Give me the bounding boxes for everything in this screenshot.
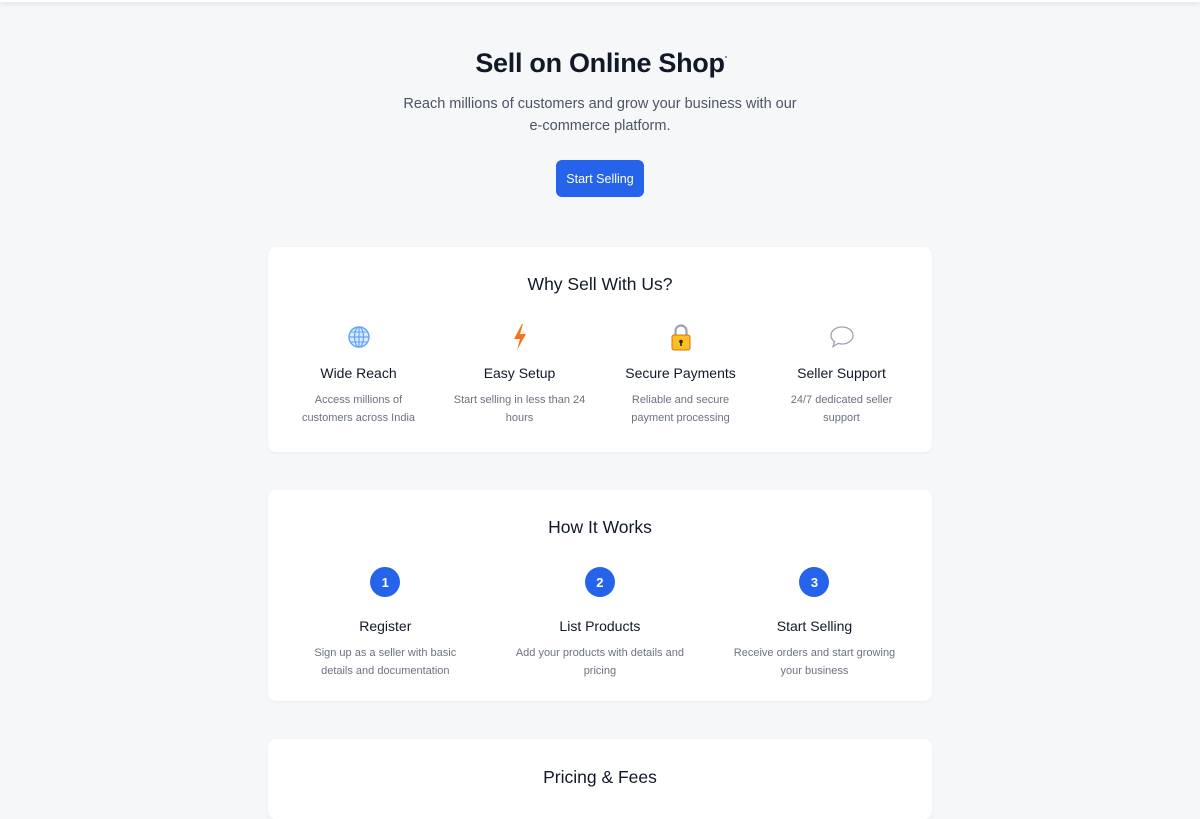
step-name: Register [359, 618, 412, 634]
feature-wide-reach: Wide Reach Access millions of customers … [278, 321, 439, 427]
feature-name: Wide Reach [320, 365, 397, 381]
chat-bubble-icon [761, 321, 922, 353]
step-register: 1 Register Sign up as a seller with basi… [278, 564, 493, 680]
step-desc: Receive orders and start growing your bu… [733, 647, 896, 677]
step-list-products: 2 List Products Add your products with d… [493, 564, 708, 680]
feature-secure-payments: Secure Payments Reliable and secure paym… [600, 321, 761, 427]
feature-desc: Reliable and secure payment processing [631, 394, 730, 424]
feature-name: Easy Setup [483, 365, 556, 381]
header-bar [0, 0, 1200, 2]
step-number-badge: 2 [584, 567, 615, 597]
step-name: Start Selling [776, 618, 853, 634]
how-it-works-title: How It Works [548, 517, 652, 537]
feature-desc: Access millions of customers across Indi… [301, 394, 416, 424]
page-title: Sell on Online Shop [475, 48, 725, 78]
pricing-card: Pricing & Fees [268, 739, 932, 819]
step-start-selling: 3 Start Selling Receive orders and start… [707, 564, 922, 680]
feature-list: Wide Reach Access millions of customers … [278, 321, 922, 427]
feature-desc: 24/7 dedicated seller support [790, 394, 893, 424]
why-sell-card: Why Sell With Us? Wide Reach Access mill… [268, 247, 932, 452]
globe-icon [278, 321, 439, 353]
step-list: 1 Register Sign up as a seller with basi… [278, 564, 922, 680]
start-selling-button[interactable]: Start Selling [556, 160, 644, 197]
pricing-title: Pricing & Fees [543, 767, 657, 787]
feature-seller-support: Seller Support 24/7 dedicated seller sup… [761, 321, 922, 427]
why-sell-title: Why Sell With Us? [527, 274, 673, 294]
feature-name: Seller Support [797, 365, 886, 381]
lightning-icon [439, 321, 600, 353]
feature-name: Secure Payments [625, 365, 736, 381]
step-number-badge: 1 [370, 567, 401, 597]
feature-desc: Start selling in less than 24 hours [453, 394, 586, 424]
feature-easy-setup: Easy Setup Start selling in less than 24… [439, 321, 600, 427]
hero-subtitle: Reach millions of customers and grow you… [403, 96, 797, 134]
step-desc: Sign up as a seller with basic details a… [314, 647, 457, 677]
step-desc: Add your products with details and prici… [515, 647, 684, 677]
decorative-dot [725, 56, 727, 58]
step-number-badge: 3 [799, 567, 830, 597]
lock-icon [600, 321, 761, 353]
how-it-works-card: How It Works 1 Register Sign up as a sel… [268, 490, 932, 701]
step-name: List Products [559, 618, 641, 634]
